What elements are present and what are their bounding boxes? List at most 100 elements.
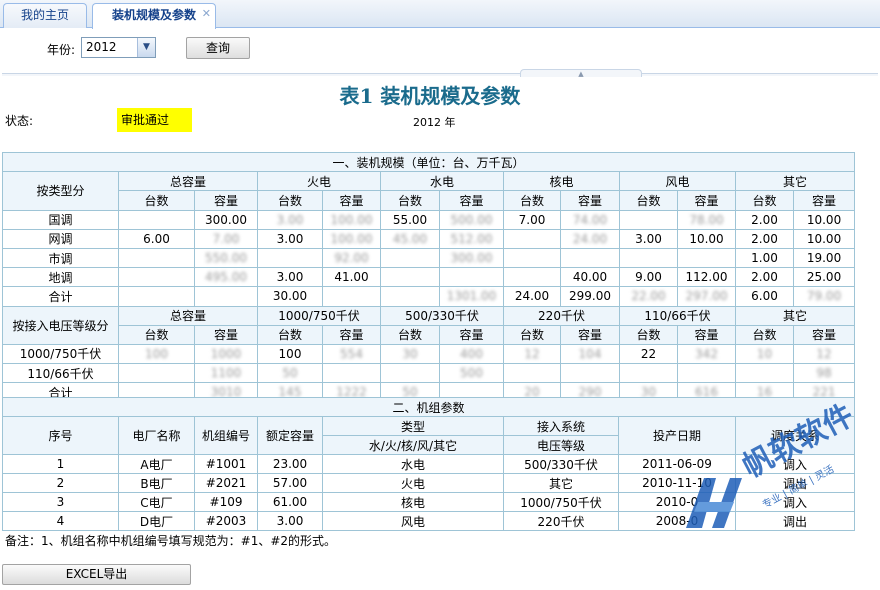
capacity-cell: 61.00 bbox=[257, 492, 323, 512]
count-header: 台数 bbox=[118, 190, 195, 211]
table-row: 市调 550.00 92.00 300.00 1.00 19.00 bbox=[2, 247, 856, 269]
splitter[interactable] bbox=[2, 73, 878, 76]
table-cell: 30 bbox=[380, 343, 440, 365]
tab-bar: 我的主页 装机规模及参数 ✕ bbox=[0, 0, 880, 29]
table-cell: 12 bbox=[792, 343, 856, 365]
query-button[interactable]: 查询 bbox=[186, 37, 250, 59]
plant-cell: B电厂 bbox=[118, 473, 195, 493]
table-cell: 40.00 bbox=[560, 267, 620, 288]
type-cell: 核电 bbox=[322, 492, 504, 512]
table-row: 国调 300.00 3.00 100.00 55.00 500.00 7.00 74.00 78… bbox=[2, 209, 856, 230]
table-cell bbox=[118, 363, 195, 384]
voltage-cell: 其它 bbox=[503, 473, 619, 493]
section-title-row: 二、机组参数 bbox=[1, 397, 856, 417]
tab-install-scale[interactable]: 装机规模及参数 ✕ bbox=[92, 3, 216, 29]
voltage-cell: 500/330千伏 bbox=[503, 454, 619, 474]
install-scale-table: 一、装机规模（单位：台、万千瓦） 按类型分 总容量 火电 水电 核电 风电 其它 台数 容量 台数容… bbox=[1, 151, 856, 403]
count-header: 台数 bbox=[118, 324, 195, 345]
table-cell: 100 bbox=[257, 343, 323, 365]
capacity-header: 容量 bbox=[439, 190, 504, 211]
table-cell: 342 bbox=[677, 343, 736, 365]
access-header: 接入系统 bbox=[503, 416, 619, 436]
unit-header: 机组编号 bbox=[194, 416, 258, 455]
capacity-header: 容量 bbox=[560, 324, 620, 345]
capacity-header: 容量 bbox=[322, 190, 381, 211]
table-cell: 10 bbox=[735, 343, 794, 365]
plant-cell: A电厂 bbox=[118, 454, 195, 474]
access-subheader: 电压等级 bbox=[503, 435, 619, 455]
table-cell bbox=[677, 363, 736, 384]
table-cell: 9.00 bbox=[619, 267, 678, 288]
type-group-header: 按类型分 bbox=[2, 171, 119, 211]
table-cell: 297.00 bbox=[677, 286, 736, 307]
capacity-header: 容量 bbox=[439, 324, 504, 345]
footnote: 备注：1、机组名称中机组编号填写规范为：#1、#2的形式。 bbox=[5, 534, 337, 548]
table-cell: 1100 bbox=[194, 363, 258, 384]
table-cell: 50 bbox=[257, 363, 323, 384]
table-cell: 24.00 bbox=[560, 228, 620, 249]
table-cell: 554 bbox=[322, 343, 381, 365]
table-cell: 300.00 bbox=[194, 209, 258, 230]
type-header: 类型 bbox=[322, 416, 504, 436]
tab-home[interactable]: 我的主页 bbox=[3, 3, 87, 28]
column-header: 火电 bbox=[257, 171, 381, 192]
table-cell: 100.00 bbox=[322, 209, 381, 230]
collapse-handle[interactable]: ▲ bbox=[520, 69, 642, 78]
table-cell bbox=[118, 267, 195, 288]
table-row: 地调 495.00 3.00 41.00 40.00 9.00 112.00 2.00 25.0… bbox=[2, 267, 856, 288]
column-header: 220千伏 bbox=[503, 305, 620, 326]
table-cell: 3.00 bbox=[257, 228, 323, 249]
table-cell bbox=[735, 363, 794, 384]
table-cell: 12 bbox=[503, 343, 561, 365]
plant-header: 电厂名称 bbox=[118, 416, 195, 455]
excel-export-button[interactable]: EXCEL导出 bbox=[2, 564, 191, 585]
table-cell: 10.00 bbox=[677, 228, 736, 249]
status-badge: 审批通过 bbox=[117, 108, 192, 132]
year-select[interactable]: 2012 ▼ bbox=[81, 37, 156, 58]
table-cell: 500 bbox=[439, 363, 504, 384]
count-header: 台数 bbox=[619, 324, 678, 345]
column-header: 500/330千伏 bbox=[380, 305, 504, 326]
count-header: 台数 bbox=[503, 190, 561, 211]
close-icon[interactable]: ✕ bbox=[202, 3, 211, 25]
table-cell: 3.00 bbox=[257, 267, 323, 288]
capacity-header: 容量 bbox=[194, 190, 258, 211]
voltage-group-header-row: 按接入电压等级分 总容量 1000/750千伏 500/330千伏 220千伏 110/6… bbox=[2, 305, 856, 345]
capacity-header: 容量 bbox=[677, 190, 736, 211]
table-cell bbox=[503, 228, 561, 249]
count-header: 台数 bbox=[503, 324, 561, 345]
table-cell: 6.00 bbox=[118, 228, 195, 249]
capacity-cell: 57.00 bbox=[257, 473, 323, 493]
table-cell bbox=[118, 209, 195, 230]
filter-bar: 年份: 2012 ▼ 查询 bbox=[0, 29, 880, 75]
capacity-header: 额定容量 bbox=[257, 416, 323, 455]
column-header: 1000/750千伏 bbox=[257, 305, 381, 326]
table-cell: 30.00 bbox=[257, 286, 323, 307]
section-title-row: 一、装机规模（单位：台、万千瓦） bbox=[1, 151, 856, 173]
column-header: 110/66千伏 bbox=[619, 305, 736, 326]
table-cell: 112.00 bbox=[677, 267, 736, 288]
section2-title: 二、机组参数 bbox=[1, 397, 856, 417]
type-group-header-row: 按类型分 总容量 火电 水电 核电 风电 其它 bbox=[2, 171, 856, 211]
plant-cell: D电厂 bbox=[118, 511, 195, 531]
table-cell: 500.00 bbox=[439, 209, 504, 230]
table-cell: 2.00 bbox=[735, 209, 794, 230]
column-header: 总容量 bbox=[118, 171, 258, 192]
count-header: 台数 bbox=[735, 190, 794, 211]
table-cell: 78.00 bbox=[677, 209, 736, 230]
type-cell: 水电 bbox=[322, 454, 504, 474]
row-label: 合计 bbox=[2, 286, 119, 307]
table-cell: 7.00 bbox=[503, 209, 561, 230]
voltage-group-subheader-row: 台数 容量 台数 容量 台数 容量 台数 容量 台数 容量 台数 容量 bbox=[3, 324, 856, 345]
table-cell bbox=[322, 363, 381, 384]
row-label: 市调 bbox=[2, 247, 119, 269]
plant-cell: C电厂 bbox=[118, 492, 195, 512]
table-cell: 1.00 bbox=[735, 247, 794, 269]
count-header: 台数 bbox=[735, 324, 794, 345]
table-cell: 2.00 bbox=[735, 267, 794, 288]
chevron-down-icon[interactable]: ▼ bbox=[137, 38, 155, 57]
unit-cell: #2021 bbox=[194, 473, 258, 493]
row-label: 地调 bbox=[2, 267, 119, 288]
count-header: 台数 bbox=[257, 324, 323, 345]
table-cell bbox=[380, 363, 440, 384]
